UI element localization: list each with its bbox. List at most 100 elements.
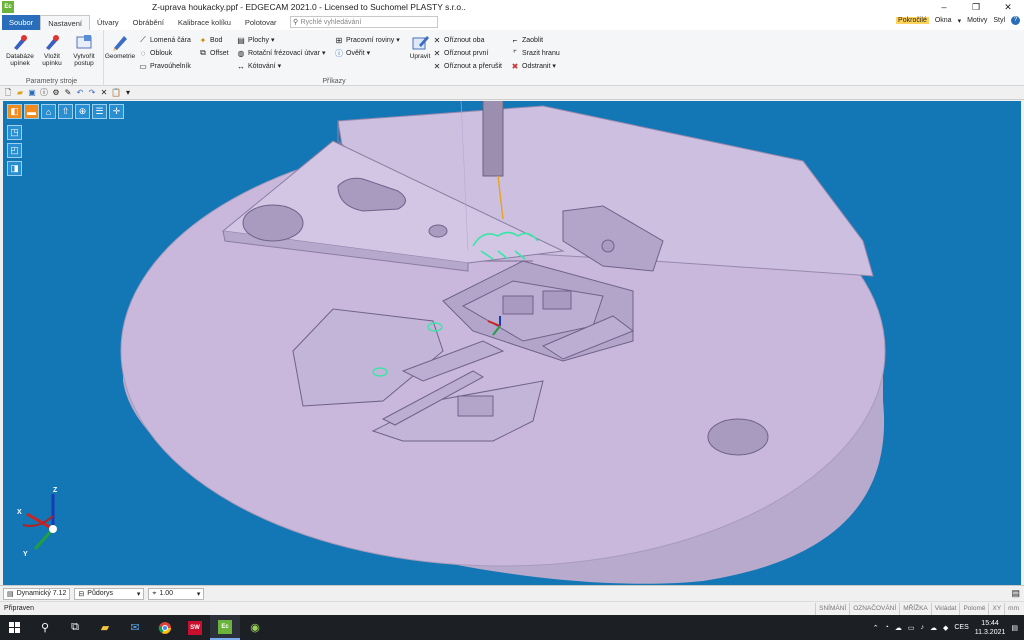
part-3d-view[interactable] [3, 101, 1021, 585]
customize-chevron-icon[interactable]: ▾ [123, 88, 133, 98]
open-folder-icon[interactable]: ▰ [15, 88, 25, 98]
edgecam-taskbar-icon[interactable]: Ec [210, 615, 240, 640]
windows-menu[interactable]: Okna [935, 17, 952, 24]
list-icon[interactable]: ☰ [92, 104, 107, 119]
indicator-units[interactable]: mm [1004, 603, 1022, 615]
chamfer-icon: ⌜ [513, 48, 517, 58]
clipboard-icon[interactable]: 📋 [111, 88, 121, 98]
polyline-button[interactable]: ⟋ Lomená čára [138, 34, 191, 46]
rotary-icon: ◍ [237, 48, 245, 58]
fillet-button[interactable]: ⌐ Zaoblit [510, 34, 543, 46]
indicator-insert[interactable]: Vkládat [930, 603, 960, 615]
indicator-radius[interactable]: Polomě [959, 603, 988, 615]
maximize-button[interactable]: ❐ [960, 0, 992, 14]
advanced-toggle[interactable]: Pokročilé [896, 17, 929, 24]
indicator-select[interactable]: OZNAČOVÁNÍ [849, 603, 899, 615]
remove-button[interactable]: ✖ Odstranit ▾ [510, 60, 556, 72]
mail-icon[interactable]: ✉ [120, 615, 150, 640]
up-arrow-icon[interactable]: ⇧ [58, 104, 73, 119]
solidworks-icon[interactable]: SW [180, 615, 210, 640]
paint-icon[interactable]: ◉ [240, 615, 270, 640]
keyboard-lang[interactable]: CES [954, 624, 968, 631]
fixture-database-button[interactable]: Databáze upínek [4, 32, 36, 67]
onedrive-icon[interactable]: ☁ [930, 624, 937, 632]
grid-icon[interactable]: ✛ [109, 104, 124, 119]
chamfer-button[interactable]: ⌜ Srazit hranu [510, 47, 560, 59]
style-menu[interactable]: Styl [993, 17, 1005, 24]
dropbox-icon[interactable]: ◆ [943, 624, 948, 632]
offset-button[interactable]: ⧉ Offset [198, 47, 228, 59]
tool-icon[interactable]: ✎ [63, 88, 73, 98]
verify-button[interactable]: ⓘ Ověřit ▾ [334, 47, 370, 59]
network-icon[interactable]: ◔ [885, 624, 889, 631]
tab-machining[interactable]: Obrábění [126, 15, 171, 30]
notifications-icon[interactable]: ▤ [1011, 624, 1018, 632]
axis-y-label: Y [23, 551, 28, 558]
new-file-icon[interactable]: 🗋 [3, 88, 13, 98]
task-view-icon[interactable]: ⧉ [60, 615, 90, 640]
shaded-cube-icon[interactable]: ◳ [7, 125, 22, 140]
cube-view-icon[interactable]: ◧ [7, 104, 22, 119]
themes-menu[interactable]: Motivy [967, 17, 987, 24]
zoom-icon[interactable]: ⊕ [75, 104, 90, 119]
view-select[interactable]: ⊟ Půdorys ▾ [74, 587, 145, 600]
redo-icon[interactable]: ↷ [87, 88, 97, 98]
trim-both-button[interactable]: ✕ Oříznout oba [432, 34, 485, 46]
undo-icon[interactable]: ↶ [75, 88, 85, 98]
dimension-icon: ↔ [237, 61, 245, 71]
file-explorer-icon[interactable]: ▰ [90, 615, 120, 640]
point-icon: ✦ [199, 35, 207, 45]
arc-button[interactable]: ◌ Oblouk [138, 47, 173, 59]
pin-icon[interactable]: ⌂ [41, 104, 56, 119]
chevron-down-icon: ▾ [552, 63, 556, 70]
point-button[interactable]: ✦ Bod [198, 34, 223, 46]
indicator-grid[interactable]: MŘÍŽKA [899, 603, 931, 615]
cancel-icon[interactable]: ✕ [99, 88, 109, 98]
view-mode-field[interactable]: ▤ Dynamický 7.12 [3, 587, 71, 600]
machine-view-icon[interactable]: ▬ [24, 104, 39, 119]
chevron-down-icon: ▾ [396, 37, 400, 44]
tab-pin-calibration[interactable]: Kalibrace kolíku [171, 15, 238, 30]
search-icon[interactable]: ⚲ [30, 615, 60, 640]
tab-stock[interactable]: Polotovar [238, 15, 284, 30]
panel-toggle-icon[interactable]: ▤ [1011, 588, 1020, 599]
close-button[interactable]: ✕ [992, 0, 1024, 14]
clock[interactable]: 15:44 11.3.2021 [975, 619, 1006, 637]
surfaces-button[interactable]: ▤ Plochy ▾ [236, 34, 274, 46]
geometry-button[interactable]: Geometrie [104, 32, 136, 60]
save-icon[interactable]: ▣ [27, 88, 37, 98]
volume-icon[interactable]: ♪ [920, 624, 924, 631]
scale-select[interactable]: ⌖ 1.00 ▾ [148, 587, 205, 600]
tab-features[interactable]: Útvary [90, 15, 126, 30]
start-button[interactable] [0, 615, 30, 640]
trim-first-button[interactable]: ✕ Oříznout první [432, 47, 489, 59]
layers-icon[interactable]: ◨ [7, 161, 22, 176]
create-procedure-button[interactable]: Vytvořit postup [68, 32, 100, 67]
info-icon[interactable]: ⓘ [39, 88, 49, 98]
rectangle-button[interactable]: ▭ Pravoúhelník [138, 60, 191, 72]
insert-fixture-button[interactable]: Vložit upínku [36, 32, 68, 67]
chrome-icon[interactable] [150, 615, 180, 640]
view-statusbar: ▤ Dynamický 7.12 ⊟ Půdorys ▾ ⌖ 1.00 ▾ ▤ [0, 585, 1024, 601]
plan-view-icon: ⊟ [78, 590, 85, 598]
display-icon[interactable]: ▭ [908, 624, 915, 632]
quick-search-input[interactable]: ⚲ Rychlé vyhledávání [289, 16, 438, 28]
work-planes-button[interactable]: ⊞ Pracovní roviny ▾ [334, 34, 400, 46]
dimensioning-button[interactable]: ↔ Kótování ▾ [236, 60, 281, 72]
properties-icon[interactable]: ⚙ [51, 88, 61, 98]
tab-setup[interactable]: Nastavení [40, 15, 90, 30]
cloud-icon[interactable]: ☁ [895, 624, 902, 632]
remove-icon: ✖ [511, 61, 519, 71]
help-icon[interactable]: ? [1011, 16, 1020, 25]
title-bar: Ec Z-uprava houkacky.ppf - EDGECAM 2021.… [0, 0, 1024, 14]
chevron-up-icon[interactable]: ⌃ [873, 624, 879, 632]
chevron-down-icon[interactable]: ▾ [958, 17, 962, 25]
trim-and-break-button[interactable]: ✕ Oříznout a přerušit [432, 60, 502, 72]
graphics-viewport[interactable]: ◧ ▬ ⌂ ⇧ ⊕ ☰ ✛ ◳ ◰ ◨ Z X Y [3, 101, 1021, 585]
tab-file[interactable]: Soubor [2, 15, 41, 30]
wire-cube-icon[interactable]: ◰ [7, 143, 22, 158]
minimize-button[interactable]: – [928, 0, 960, 14]
indicator-snap[interactable]: SNÍMÁNÍ [815, 603, 849, 615]
rotary-feature-button[interactable]: ◍ Rotační frézovací útvar ▾ [236, 47, 326, 59]
indicator-plane[interactable]: XY [988, 603, 1004, 615]
